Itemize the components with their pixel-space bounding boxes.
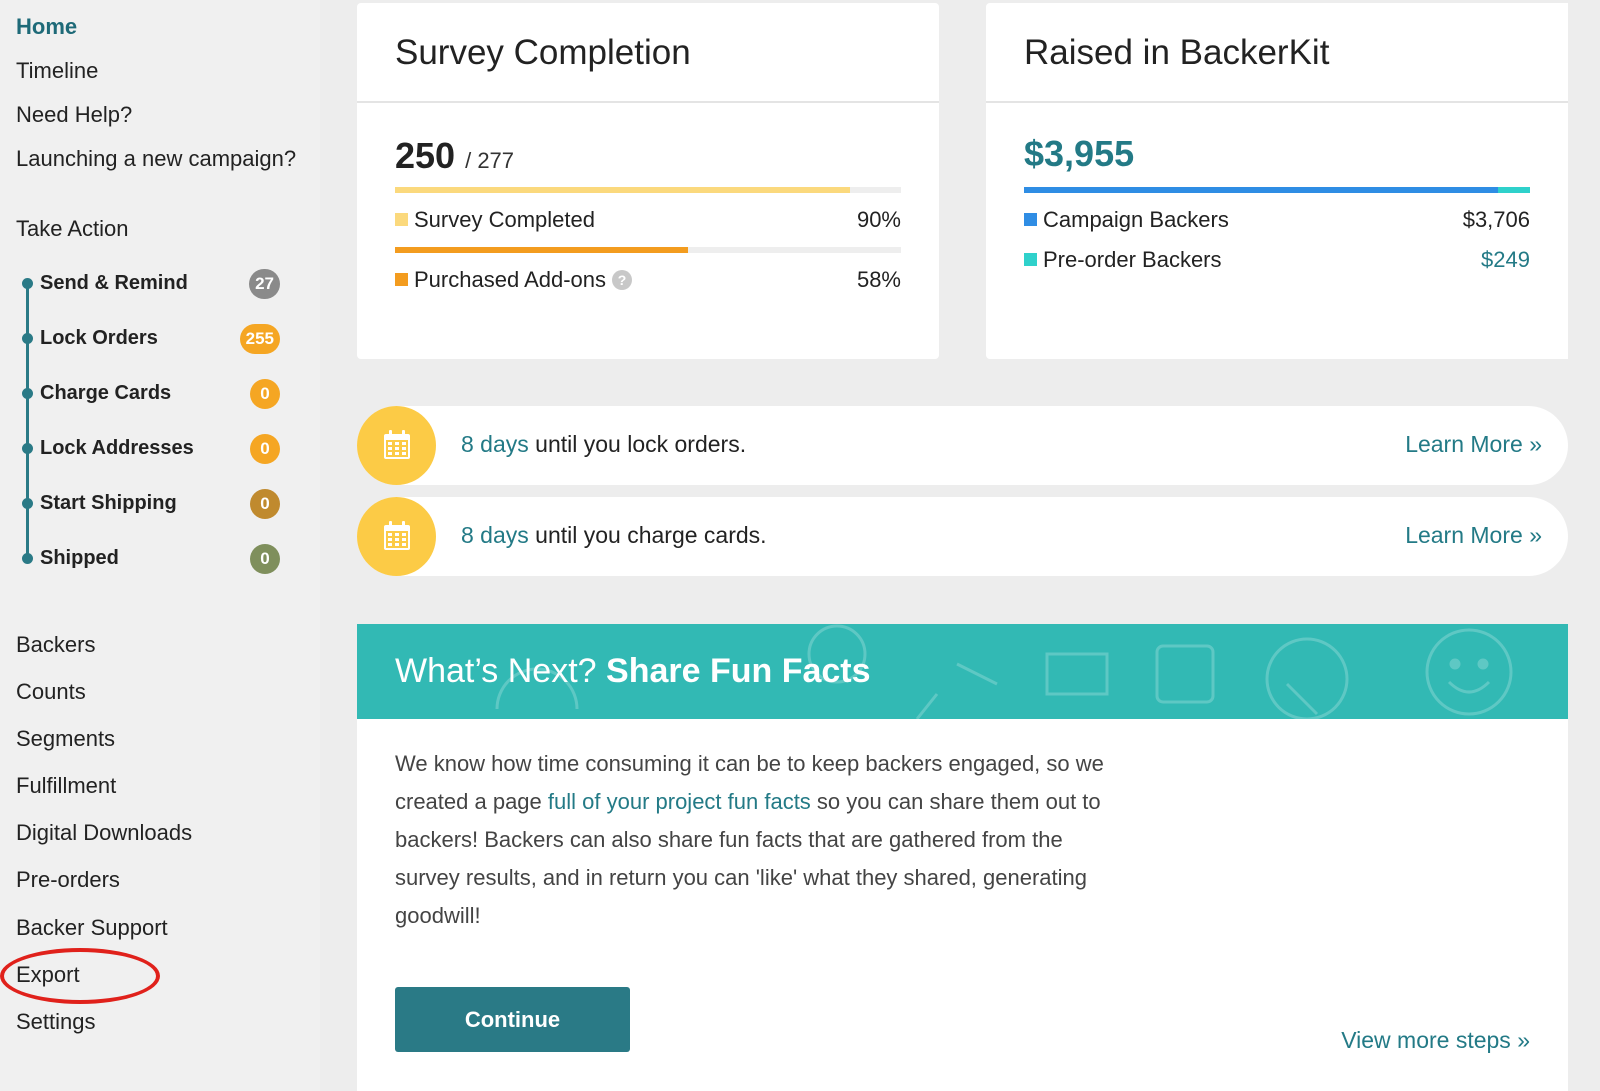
step-start-shipping[interactable]: Start Shipping 0: [22, 487, 282, 521]
total-value: / 277: [465, 148, 515, 173]
step-dot: [22, 278, 33, 289]
survey-completed-bar: [395, 187, 901, 193]
step-label: Shipped: [40, 547, 119, 569]
legend-label: Campaign Backers: [1043, 207, 1229, 232]
fun-facts-link[interactable]: full of your project fun facts: [548, 789, 811, 814]
nav-timeline[interactable]: Timeline: [16, 58, 98, 84]
step-label: Lock Orders: [40, 327, 158, 349]
surveys-completed-count: 250 / 277: [395, 135, 514, 177]
nav-fulfillment[interactable]: Fulfillment: [16, 773, 116, 799]
lock-orders-reminder: 8 days until you lock orders. Learn More…: [357, 406, 1568, 485]
continue-button[interactable]: Continue: [395, 987, 630, 1052]
whats-next-body: We know how time consuming it can be to …: [357, 719, 1568, 1091]
preorder-backers-amount: $249: [1481, 247, 1530, 272]
campaign-backers-legend: Campaign Backers: [1024, 207, 1229, 233]
purchased-addons-legend: Purchased Add-ons?: [395, 267, 633, 293]
nav-home[interactable]: Home: [16, 14, 77, 40]
learn-more-link[interactable]: Learn More »: [1405, 431, 1542, 458]
calendar-icon: [357, 497, 436, 576]
step-count-badge: 0: [250, 379, 280, 409]
learn-more-link[interactable]: Learn More »: [1405, 522, 1542, 549]
reminder-text: until you charge cards.: [528, 522, 767, 548]
fun-facts-description: We know how time consuming it can be to …: [395, 745, 1125, 935]
view-more-steps-link[interactable]: View more steps »: [1341, 1027, 1530, 1054]
legend-swatch: [395, 213, 408, 226]
preorder-backers-legend: Pre-order Backers: [1024, 247, 1222, 273]
nav-launching-campaign[interactable]: Launching a new campaign?: [16, 146, 296, 172]
purchased-addons-bar: [395, 247, 901, 253]
step-charge-cards[interactable]: Charge Cards 0: [22, 377, 282, 411]
raised-card: Raised in BackerKit $3,955 Campaign Back…: [986, 3, 1568, 359]
step-label: Start Shipping: [40, 492, 177, 514]
step-send-remind[interactable]: Send & Remind 27: [22, 267, 282, 301]
legend-swatch: [1024, 213, 1037, 226]
legend-swatch: [395, 273, 408, 286]
step-shipped[interactable]: Shipped 0: [22, 542, 282, 576]
card-divider: [986, 101, 1568, 103]
step-dot: [22, 443, 33, 454]
legend-label: Purchased Add-ons: [414, 267, 607, 292]
charge-cards-reminder: 8 days until you charge cards. Learn Mor…: [357, 497, 1568, 576]
nav-counts[interactable]: Counts: [16, 679, 86, 705]
survey-completed-percent: 90%: [856, 207, 901, 232]
title-light: What’s Next?: [395, 652, 597, 690]
nav-digital-downloads[interactable]: Digital Downloads: [16, 820, 192, 846]
sidebar: Home Timeline Need Help? Launching a new…: [0, 0, 320, 1091]
preorder-bar-fill: [1498, 187, 1530, 193]
card-divider: [357, 101, 939, 103]
nav-need-help[interactable]: Need Help?: [16, 102, 132, 128]
reminder-text: until you lock orders.: [528, 431, 747, 457]
step-count-badge: 0: [250, 489, 280, 519]
survey-completed-legend: Survey Completed: [395, 207, 595, 233]
step-dot: [22, 388, 33, 399]
nav-backers[interactable]: Backers: [16, 632, 95, 658]
campaign-bar-fill: [1024, 187, 1499, 193]
purchased-addons-bar-fill: [395, 247, 689, 253]
step-label: Send & Remind: [40, 272, 188, 294]
survey-completion-card: Survey Completion 250 / 277 Survey Compl…: [357, 3, 939, 359]
step-count-badge: 0: [250, 544, 280, 574]
nav-settings[interactable]: Settings: [16, 1009, 96, 1035]
legend-label: Survey Completed: [414, 207, 595, 232]
reminder-days: 8 days: [461, 522, 529, 548]
reminder-message: 8 days until you lock orders.: [461, 431, 746, 458]
card-title: Raised in BackerKit: [1024, 33, 1330, 72]
raised-bar: [1024, 187, 1530, 193]
step-dot: [22, 553, 33, 564]
reminder-days: 8 days: [461, 431, 529, 457]
step-lock-addresses[interactable]: Lock Addresses 0: [22, 432, 282, 466]
help-icon[interactable]: ?: [612, 270, 633, 290]
nav-backer-support[interactable]: Backer Support: [16, 915, 168, 941]
card-title: Survey Completion: [395, 33, 691, 72]
step-dot: [22, 333, 33, 344]
campaign-backers-amount: $3,706: [1462, 207, 1530, 232]
completed-value: 250: [395, 135, 456, 176]
purchased-addons-percent: 58%: [856, 267, 901, 292]
legend-label: Pre-order Backers: [1043, 247, 1222, 272]
step-label: Charge Cards: [40, 382, 172, 404]
nav-pre-orders[interactable]: Pre-orders: [16, 867, 120, 893]
survey-completed-bar-fill: [395, 187, 851, 193]
title-bold: Share Fun Facts: [606, 652, 871, 690]
calendar-icon: [357, 406, 436, 485]
nav-segments[interactable]: Segments: [16, 726, 115, 752]
reminder-message: 8 days until you charge cards.: [461, 522, 767, 549]
step-lock-orders[interactable]: Lock Orders 255: [22, 322, 282, 356]
step-count-badge: 0: [250, 434, 280, 464]
step-count-badge: 255: [239, 324, 280, 354]
step-dot: [22, 498, 33, 509]
take-action-heading: Take Action: [16, 216, 129, 241]
step-label: Lock Addresses: [40, 437, 194, 459]
whats-next-banner: What’s Next? Share Fun Facts: [357, 624, 1568, 719]
export-highlight-circle: [0, 948, 160, 1004]
legend-swatch: [1024, 253, 1037, 266]
raised-total: $3,955: [1024, 133, 1135, 174]
step-count-badge: 27: [249, 269, 280, 299]
whats-next-title: What’s Next? Share Fun Facts: [395, 652, 871, 691]
